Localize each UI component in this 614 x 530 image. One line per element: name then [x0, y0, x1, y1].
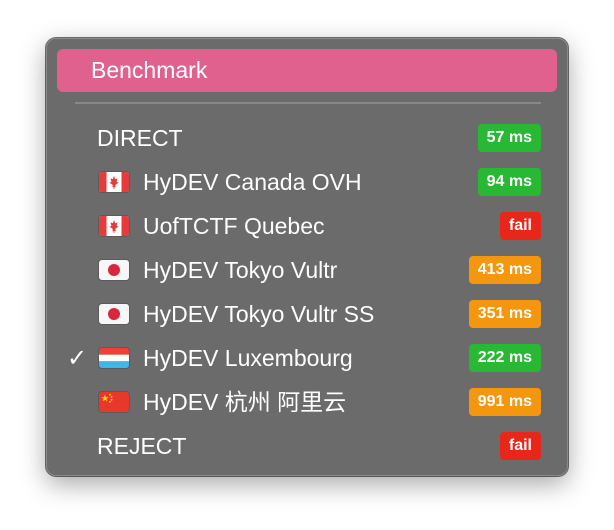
menu-item-label: UofTCTF Quebec	[143, 213, 325, 239]
menu-header-benchmark[interactable]: Benchmark	[57, 49, 557, 92]
latency-badge: 413 ms	[468, 256, 541, 284]
menu-item-uoftctf-quebec[interactable]: UofTCTF Quebec fail	[47, 204, 567, 248]
menu-item-hydev-canada-ovh[interactable]: HyDEV Canada OVH 94 ms	[47, 160, 567, 204]
latency-badge: 94 ms	[477, 168, 541, 196]
latency-badge: 991 ms	[468, 388, 541, 416]
menu-item-hydev-luxembourg[interactable]: ✓ HyDEV Luxembourg 222 ms	[47, 336, 567, 380]
canada-flag-icon	[99, 172, 129, 192]
benchmark-menu: Benchmark DIRECT 57 ms HyDEV Canada OVH …	[46, 38, 568, 476]
menu-item-label: HyDEV Canada OVH	[143, 169, 362, 195]
canada-flag-icon	[99, 216, 129, 236]
checkmark-icon: ✓	[67, 344, 88, 372]
menu-item-label: HyDEV Luxembourg	[143, 345, 353, 371]
latency-badge: fail	[499, 212, 541, 240]
menu-item-label: HyDEV 杭州 阿里云	[143, 389, 347, 415]
menu-item-label: REJECT	[97, 433, 187, 459]
japan-flag-icon	[99, 304, 129, 324]
menu-item-label: DIRECT	[97, 125, 183, 151]
menu-item-hydev-hangzhou-aliyun[interactable]: HyDEV 杭州 阿里云 991 ms	[47, 380, 567, 424]
menu-item-label: HyDEV Tokyo Vultr	[143, 257, 338, 283]
menu-item-label: HyDEV Tokyo Vultr SS	[143, 301, 375, 327]
menu-item-direct[interactable]: DIRECT 57 ms	[47, 116, 567, 160]
japan-flag-icon	[99, 260, 129, 280]
menu-item-hydev-tokyo-vultr-ss[interactable]: HyDEV Tokyo Vultr SS 351 ms	[47, 292, 567, 336]
china-flag-icon	[99, 392, 129, 412]
latency-badge: 351 ms	[468, 300, 541, 328]
menu-item-reject[interactable]: REJECT fail	[47, 424, 567, 468]
latency-badge: fail	[499, 432, 541, 460]
latency-badge: 57 ms	[477, 124, 541, 152]
latency-badge: 222 ms	[468, 344, 541, 372]
menu-separator	[75, 102, 541, 104]
luxembourg-flag-icon	[99, 348, 129, 368]
menu-item-hydev-tokyo-vultr[interactable]: HyDEV Tokyo Vultr 413 ms	[47, 248, 567, 292]
